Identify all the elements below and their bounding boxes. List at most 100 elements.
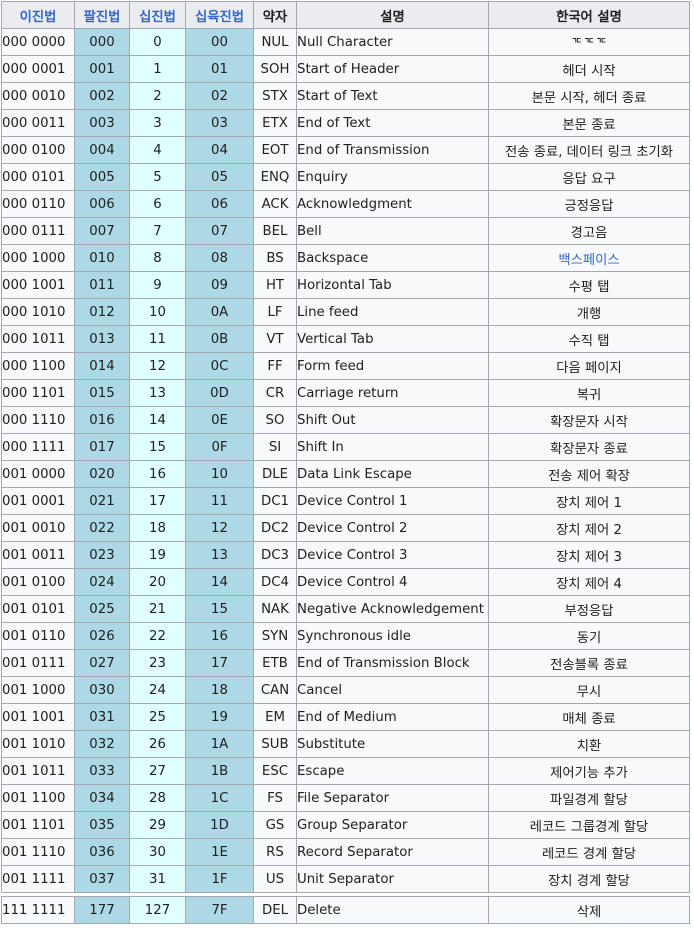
cell-name: Synchronous idle [296, 622, 489, 650]
cell-binary: 001 1100 [1, 784, 75, 812]
ascii-control-table: 이진법 팔진법 십진법 십육진법 약자 설명 한국어 설명 000 0000 00… [1, 1, 690, 924]
cell-binary: 001 0111 [1, 649, 75, 677]
cell-binary: 001 1101 [1, 811, 75, 839]
cell-name: Shift In [296, 433, 489, 461]
cell-korean: 레코드 그룹경계 할당 [488, 811, 690, 839]
cell-hex: 0F [185, 433, 254, 461]
cell-name: Backspace [296, 244, 489, 272]
cell-octal: 012 [74, 298, 130, 326]
cell-abbr: RS [253, 838, 297, 866]
header-octal[interactable]: 팔진법 [74, 1, 130, 29]
cell-name: Enquiry [296, 163, 489, 191]
table-row: 001 0110 026 22 16 SYN Synchronous idle 동기 [1, 622, 690, 650]
cell-binary: 001 1001 [1, 703, 75, 731]
table-row: 000 1101 015 13 0D CR Carriage return 복귀 [1, 379, 690, 407]
cell-abbr: FS [253, 784, 297, 812]
cell-abbr: ETB [253, 649, 297, 677]
cell-name: Device Control 4 [296, 568, 489, 596]
header-binary[interactable]: 이진법 [1, 1, 75, 29]
cell-korean: 매체 종료 [488, 703, 690, 731]
cell-abbr: SI [253, 433, 297, 461]
cell-abbr: DC1 [253, 487, 297, 515]
cell-octal: 037 [74, 865, 130, 893]
cell-korean: 전송블록 종료 [488, 649, 690, 677]
cell-octal: 004 [74, 136, 130, 164]
cell-octal: 020 [74, 460, 130, 488]
cell-name: End of Medium [296, 703, 489, 731]
cell-name: Start of Header [296, 55, 489, 83]
header-decimal[interactable]: 십진법 [129, 1, 186, 29]
table-row: 001 0100 024 20 14 DC4 Device Control 4 장치 제어 … [1, 568, 690, 596]
cell-binary: 000 0010 [1, 82, 75, 110]
cell-octal: 001 [74, 55, 130, 83]
cell-abbr: VT [253, 325, 297, 353]
table-row: 000 1100 014 12 0C FF Form feed 다음 페이지 [1, 352, 690, 380]
cell-korean: 레코드 경계 할당 [488, 838, 690, 866]
header-hex[interactable]: 십육진법 [185, 1, 254, 29]
cell-binary: 001 1010 [1, 730, 75, 758]
cell-octal: 013 [74, 325, 130, 353]
cell-decimal: 22 [129, 622, 186, 650]
cell-korean: 삭제 [488, 896, 690, 924]
cell-octal: 032 [74, 730, 130, 758]
cell-name: End of Transmission Block [296, 649, 489, 677]
cell-hex: 0E [185, 406, 254, 434]
cell-decimal: 7 [129, 217, 186, 245]
cell-decimal: 28 [129, 784, 186, 812]
cell-hex: 0A [185, 298, 254, 326]
cell-binary: 001 0100 [1, 568, 75, 596]
cell-name: Horizontal Tab [296, 271, 489, 299]
table-row: 000 1110 016 14 0E SO Shift Out 확장문자 시작 [1, 406, 690, 434]
cell-abbr: BEL [253, 217, 297, 245]
cell-korean: ᄀᄃᄀᄃᄀᄃ [488, 28, 690, 56]
cell-binary: 001 0101 [1, 595, 75, 623]
cell-decimal: 30 [129, 838, 186, 866]
cell-korean: 경고음 [488, 217, 690, 245]
cell-binary: 000 1011 [1, 325, 75, 353]
cell-abbr: BS [253, 244, 297, 272]
cell-binary: 000 0100 [1, 136, 75, 164]
cell-binary: 001 0001 [1, 487, 75, 515]
cell-hex: 09 [185, 271, 254, 299]
table-row-delete: 111 1111 177 127 7F DEL Delete 삭제 [1, 896, 690, 924]
cell-korean: 본문 시작, 헤더 종료 [488, 82, 690, 110]
cell-hex: 03 [185, 109, 254, 137]
table-row: 001 1110 036 30 1E RS Record Separator 레코드 경계 … [1, 838, 690, 866]
cell-hex: 1D [185, 811, 254, 839]
cell-octal: 022 [74, 514, 130, 542]
korean-link[interactable]: 백스페이스 [558, 253, 619, 268]
cell-decimal: 4 [129, 136, 186, 164]
cell-decimal: 20 [129, 568, 186, 596]
cell-decimal: 2 [129, 82, 186, 110]
cell-hex: 1E [185, 838, 254, 866]
cell-korean: 장치 제어 1 [488, 487, 690, 515]
cell-abbr: SO [253, 406, 297, 434]
cell-decimal: 17 [129, 487, 186, 515]
cell-name: Device Control 1 [296, 487, 489, 515]
cell-abbr: EOT [253, 136, 297, 164]
cell-abbr: NAK [253, 595, 297, 623]
cell-octal: 017 [74, 433, 130, 461]
cell-korean: 응답 요구 [488, 163, 690, 191]
cell-decimal: 16 [129, 460, 186, 488]
table-row: 000 0110 006 6 06 ACK Acknowledgment 긍정응답 [1, 190, 690, 218]
table-row: 000 0100 004 4 04 EOT End of Transmission 전송 종… [1, 136, 690, 164]
table-row: 000 0001 001 1 01 SOH Start of Header 헤더 시작 [1, 55, 690, 83]
table-row: 001 1111 037 31 1F US Unit Separator 장치 경계 할당 [1, 865, 690, 893]
cell-abbr: NUL [253, 28, 297, 56]
table-row: 000 0011 003 3 03 ETX End of Text 본문 종료 [1, 109, 690, 137]
table-row: 000 1011 013 11 0B VT Vertical Tab 수직 탭 [1, 325, 690, 353]
cell-korean: 장치 제어 2 [488, 514, 690, 542]
cell-decimal: 25 [129, 703, 186, 731]
cell-hex: 1A [185, 730, 254, 758]
cell-octal: 016 [74, 406, 130, 434]
cell-korean: 복귀 [488, 379, 690, 407]
cell-decimal: 19 [129, 541, 186, 569]
cell-decimal: 1 [129, 55, 186, 83]
cell-name: Device Control 3 [296, 541, 489, 569]
cell-binary: 001 1011 [1, 757, 75, 785]
cell-abbr: SUB [253, 730, 297, 758]
cell-korean: 장치 경계 할당 [488, 865, 690, 893]
cell-abbr: FF [253, 352, 297, 380]
cell-octal: 023 [74, 541, 130, 569]
